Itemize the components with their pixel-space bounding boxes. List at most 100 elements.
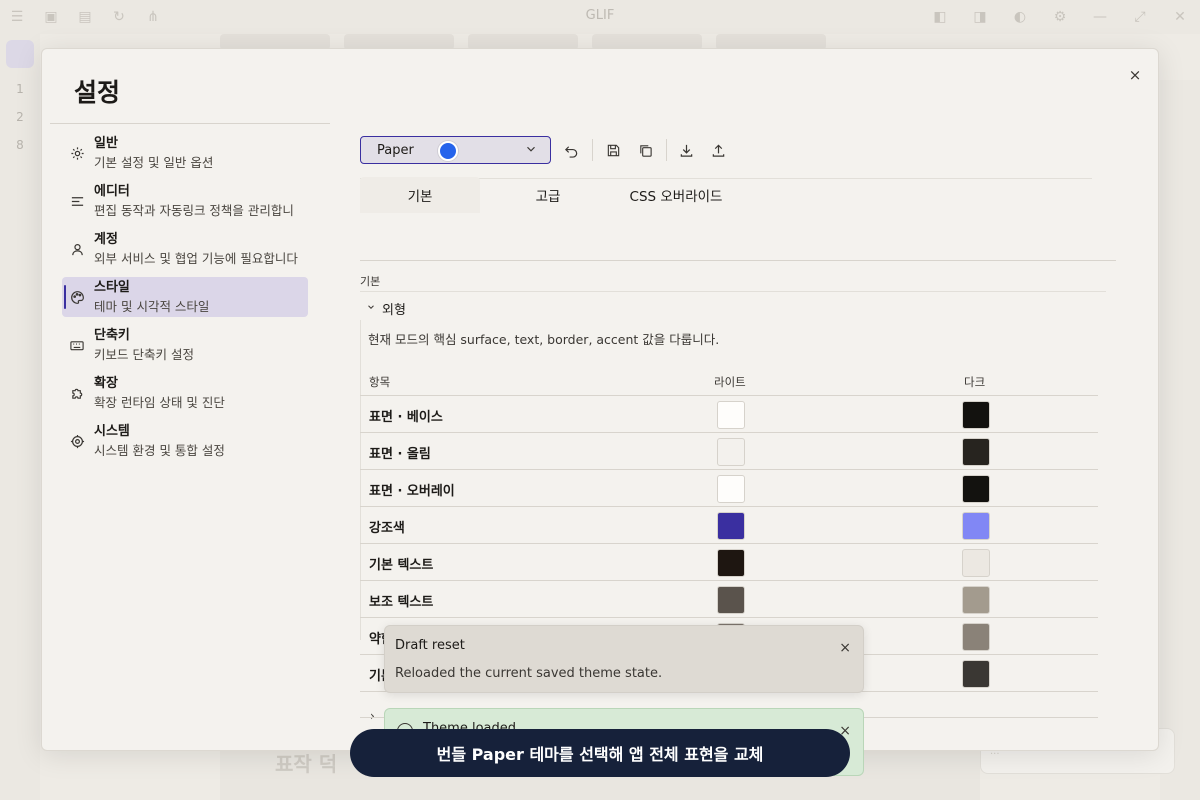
pointer-cursor: [438, 141, 458, 161]
close-window-icon[interactable]: ✕: [1160, 9, 1200, 25]
section-description: 현재 모드의 핵심 surface, text, border, accent …: [368, 332, 720, 347]
table-row: 표면 · 올림: [360, 433, 1098, 470]
toolbar-separator: [666, 139, 667, 161]
nav-item-general[interactable]: 일반 기본 설정 및 일반 옵션: [62, 133, 308, 173]
nav-item-shortcuts[interactable]: 단축키 키보드 단축키 설정: [62, 325, 308, 365]
nav-desc: 테마 및 시각적 스타일: [94, 299, 210, 314]
appearance-accordion[interactable]: 외형: [366, 298, 406, 318]
row-label: 기본 텍스트: [369, 558, 434, 573]
nav-desc: 키보드 단축키 설정: [94, 347, 194, 362]
toast-close-button[interactable]: ×: [839, 640, 851, 656]
dark-color-swatch[interactable]: [962, 586, 990, 614]
undo-icon: [564, 145, 577, 158]
style-tabs: 기본 고급 CSS 오버라이드: [360, 177, 1120, 213]
nav-desc: 확장 런타임 상태 및 진단: [94, 395, 225, 410]
table-row: 보조 텍스트: [360, 581, 1098, 618]
nav-item-editor[interactable]: 에디터 편집 동작과 자동링크 정책을 관리합니: [62, 181, 308, 221]
section-label: 기본: [360, 275, 381, 288]
duplicate-button[interactable]: [632, 137, 658, 163]
maximize-icon[interactable]: ⤢: [1120, 9, 1160, 25]
nav-desc: 외부 서비스 및 협업 기능에 필요합니다: [94, 251, 298, 266]
nav-item-style[interactable]: 스타일 테마 및 시각적 스타일: [62, 277, 308, 317]
settings-nav: 일반 기본 설정 및 일반 옵션 에디터 편집 동작과 자동링크 정책을 관리합…: [62, 133, 308, 469]
collapsed-section-chevron[interactable]: ›: [370, 709, 375, 723]
app-window-controls: ◧ ◨ ◐ ⚙ — ⤢ ✕: [920, 0, 1200, 34]
nav-item-account[interactable]: 계정 외부 서비스 및 협업 기능에 필요합니다: [62, 229, 308, 269]
left-panel-icon[interactable]: ◧: [920, 9, 960, 25]
light-color-swatch[interactable]: [717, 549, 745, 577]
save-button[interactable]: [600, 137, 626, 163]
theme-select-value: Paper: [377, 143, 414, 158]
nav-desc: 시스템 환경 및 통합 설정: [94, 443, 225, 458]
puzzle-icon: [68, 384, 86, 402]
toolbar-separator: [592, 139, 593, 161]
nav-label: 스타일: [94, 280, 130, 295]
lines-icon: [68, 192, 86, 210]
row-label: 표면 · 오버레이: [369, 484, 455, 499]
left-rail: 1 2 8: [0, 34, 40, 800]
light-color-swatch[interactable]: [717, 475, 745, 503]
row-label: 보조 텍스트: [369, 595, 434, 610]
dark-color-swatch[interactable]: [962, 660, 990, 688]
system-gear-icon: [68, 432, 86, 450]
export-button[interactable]: [705, 137, 731, 163]
nav-item-system[interactable]: 시스템 시스템 환경 및 통합 설정: [62, 421, 308, 461]
tab-css-override[interactable]: CSS 오버라이드: [616, 177, 736, 213]
dark-color-swatch[interactable]: [962, 512, 990, 540]
keyboard-icon: [68, 336, 86, 354]
right-panel-icon[interactable]: ◨: [960, 9, 1000, 25]
table-header: 항목 라이트 다크: [360, 371, 1098, 396]
light-color-swatch[interactable]: [717, 438, 745, 466]
background-heading: 표작 덕: [275, 752, 338, 776]
right-panel: [1160, 80, 1200, 800]
nav-desc: 편집 동작과 자동링크 정책을 관리합니: [94, 203, 294, 218]
light-color-swatch[interactable]: [717, 586, 745, 614]
nav-label: 단축키: [94, 328, 130, 343]
light-color-swatch[interactable]: [717, 401, 745, 429]
nav-item-extensions[interactable]: 확장 확장 런타임 상태 및 진단: [62, 373, 308, 413]
theme-select[interactable]: Paper: [360, 136, 551, 164]
rail-number: 2: [16, 110, 24, 124]
undo-button[interactable]: [558, 137, 584, 163]
dark-color-swatch[interactable]: [962, 438, 990, 466]
palette-icon: [68, 288, 86, 306]
table-row: 표면 · 오버레이: [360, 470, 1098, 507]
theme-icon[interactable]: ◐: [1000, 9, 1040, 25]
tab-basic[interactable]: 기본: [360, 177, 480, 213]
row-label: 강조색: [369, 521, 405, 536]
settings-icon[interactable]: ⚙: [1040, 9, 1080, 25]
table-row: 기본 텍스트: [360, 544, 1098, 581]
minimize-icon[interactable]: —: [1080, 9, 1120, 25]
rail-active-button[interactable]: [6, 40, 34, 68]
nav-label: 계정: [94, 232, 118, 247]
user-icon: [68, 240, 86, 258]
caption-banner: 번들 Paper 테마를 선택해 앱 전체 표현을 교체: [350, 729, 850, 777]
rail-number: 8: [16, 138, 24, 152]
table-row: 강조색: [360, 507, 1098, 544]
upload-icon: [712, 143, 724, 157]
import-button[interactable]: [673, 137, 699, 163]
dark-color-swatch[interactable]: [962, 401, 990, 429]
toast-message: Reloaded the current saved theme state.: [395, 666, 663, 681]
modal-title: 설정: [74, 78, 121, 107]
light-color-swatch[interactable]: [717, 512, 745, 540]
gear-icon: [68, 144, 86, 162]
save-icon: [607, 144, 619, 156]
sidebar-divider: [50, 123, 330, 124]
dark-color-swatch[interactable]: [962, 623, 990, 651]
section-divider: [360, 291, 1106, 292]
accordion-title: 외형: [382, 302, 406, 318]
nav-label: 시스템: [94, 424, 130, 439]
row-label: 표면 · 베이스: [369, 410, 443, 425]
chevron-down-icon: [524, 141, 538, 160]
copy-icon: [639, 144, 652, 157]
column-header-dark: 다크: [964, 375, 986, 389]
row-label: 표면 · 올림: [369, 447, 431, 462]
dark-color-swatch[interactable]: [962, 475, 990, 503]
toast-title: Draft reset: [395, 638, 465, 653]
column-header-light: 라이트: [714, 375, 746, 389]
tab-advanced[interactable]: 고급: [488, 177, 608, 213]
dark-color-swatch[interactable]: [962, 549, 990, 577]
close-button[interactable]: ×: [1125, 65, 1145, 85]
table-row: 표면 · 베이스: [360, 396, 1098, 433]
